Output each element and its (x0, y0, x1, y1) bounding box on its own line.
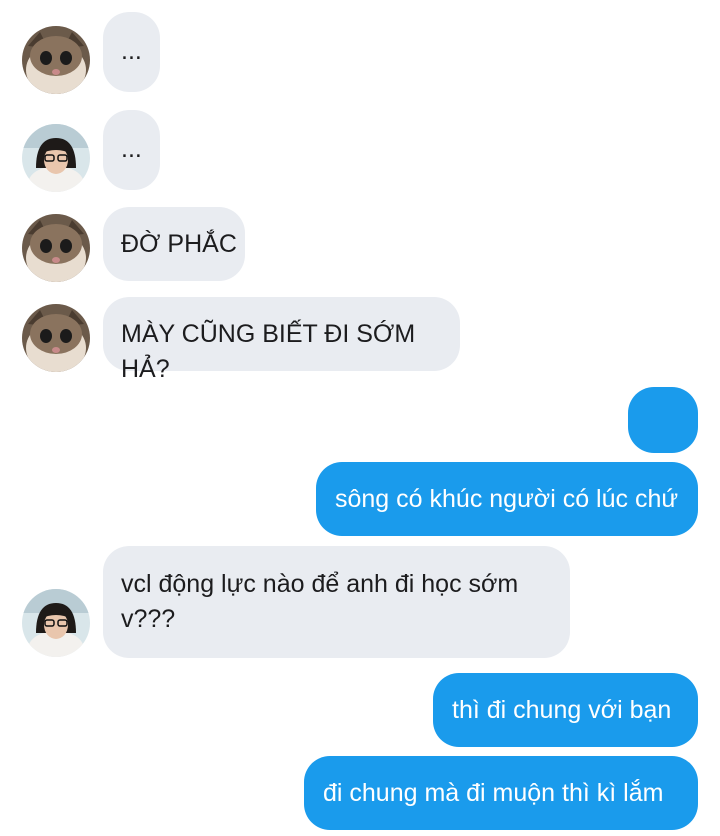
message-bubble[interactable]: sông có khúc người có lúc chứ (316, 462, 698, 536)
girl-avatar-icon[interactable] (22, 589, 90, 657)
message-bubble[interactable]: vcl động lực nào để anh đi học sớm v??? (103, 546, 570, 658)
message-bubble[interactable]: ĐỜ PHẮC (103, 207, 245, 281)
message-bubble[interactable]: MÀY CŨNG BIẾT ĐI SỚM HẢ? (103, 297, 460, 383)
message-bubble[interactable]: ... (103, 110, 160, 190)
message-bubble[interactable]: đi chung mà đi muộn thì kì lắm (304, 756, 698, 830)
girl-avatar-icon[interactable] (22, 124, 90, 192)
message-bubble[interactable]: thì đi chung với bạn (433, 673, 698, 747)
cat-avatar-icon[interactable] (22, 214, 90, 282)
message-bubble[interactable] (628, 387, 698, 503)
grinning-face-icon (649, 406, 677, 503)
message-bubble[interactable]: ... (103, 12, 160, 92)
cat-avatar-icon[interactable] (22, 26, 90, 94)
cat-avatar-icon[interactable] (22, 304, 90, 372)
